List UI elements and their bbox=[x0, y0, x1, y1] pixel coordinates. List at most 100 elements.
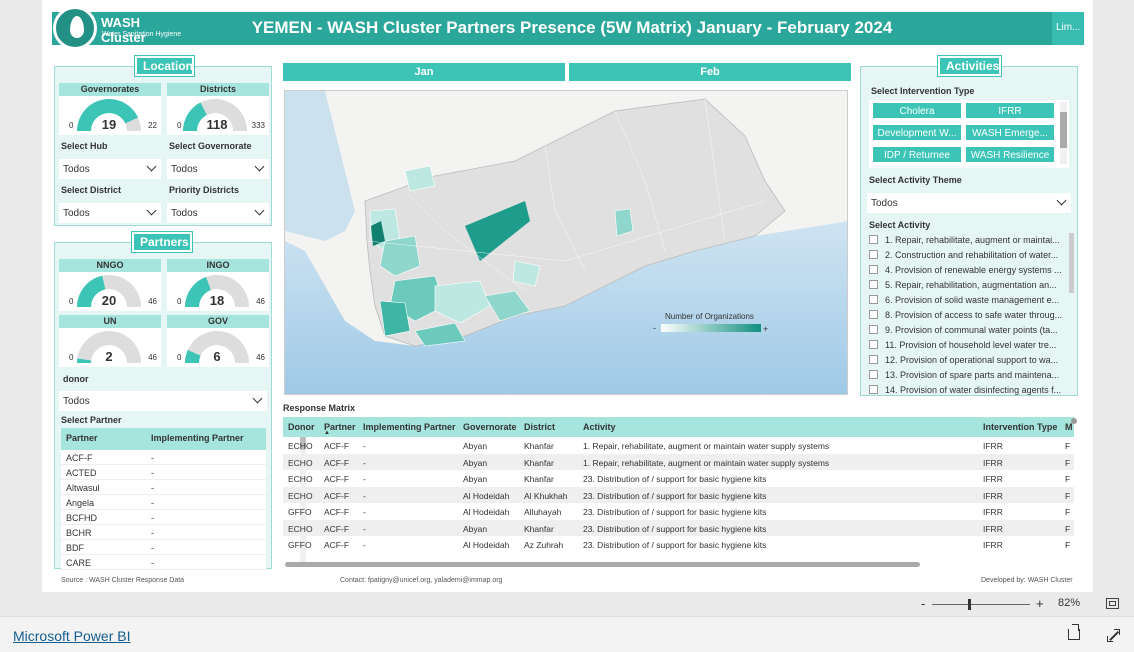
activity-item[interactable]: 6. Provision of solid waste management e… bbox=[869, 295, 1069, 309]
partner-name: CARE bbox=[66, 558, 92, 568]
activity-item[interactable]: 12. Provision of operational support to … bbox=[869, 355, 1069, 369]
partner-column-header[interactable]: Partner bbox=[66, 433, 98, 443]
matrix-row[interactable]: GFFO ACF-F - Al Hodeidah Az Zuhrah 23. Distri… bbox=[283, 536, 1074, 553]
matrix-column-header[interactable]: Donor bbox=[288, 422, 315, 432]
checkbox[interactable] bbox=[869, 265, 878, 274]
matrix-column-header[interactable]: Implementing Partner bbox=[363, 422, 456, 432]
chevron-down-icon bbox=[254, 161, 265, 172]
matrix-column-header[interactable]: Activity bbox=[583, 422, 616, 432]
partner-name: BDF bbox=[66, 543, 84, 553]
logo-subtitle: Water Sanitation Hygiene bbox=[102, 31, 182, 38]
partner-row[interactable]: ACF-F - bbox=[61, 450, 266, 465]
activity-label: 12. Provision of operational support to … bbox=[885, 355, 1059, 365]
response-matrix-title: Response Matrix bbox=[283, 403, 356, 413]
matrix-cell: ACF-F bbox=[324, 523, 350, 534]
matrix-column-header[interactable]: Intervention Type bbox=[983, 422, 1057, 432]
checkbox[interactable] bbox=[869, 280, 878, 289]
select-hub-dropdown[interactable]: Todos bbox=[59, 159, 161, 179]
gov-label: GOV bbox=[167, 315, 269, 328]
partner-row[interactable]: Angela - bbox=[61, 495, 266, 510]
matrix-row[interactable]: ECHO ACF-F - Abyan Khanfar 1. Repair, rehabil… bbox=[283, 453, 1074, 470]
chip-wash-emergency[interactable]: WASH Emerge... bbox=[965, 124, 1055, 141]
yemen-map[interactable]: Number of Organizations - + bbox=[284, 90, 848, 395]
zoom-slider-thumb[interactable] bbox=[968, 599, 971, 610]
checkbox[interactable] bbox=[869, 355, 878, 364]
fullscreen-icon[interactable] bbox=[1107, 629, 1120, 642]
chip-list-scrollbar[interactable] bbox=[1060, 102, 1067, 164]
map-legend-max: + bbox=[763, 324, 768, 334]
activity-item[interactable]: 2. Construction and rehabilitation of wa… bbox=[869, 250, 1069, 264]
select-district-label: Select District bbox=[61, 185, 122, 195]
share-icon[interactable] bbox=[1068, 624, 1080, 640]
select-district-dropdown[interactable]: Todos bbox=[59, 203, 161, 223]
checkbox[interactable] bbox=[869, 340, 878, 349]
fit-page-icon[interactable] bbox=[1106, 598, 1119, 609]
activity-item[interactable]: 13. Provision of spare parts and mainten… bbox=[869, 370, 1069, 384]
activity-list: 1. Repair, rehabilitate, augment or main… bbox=[861, 235, 1073, 395]
clear-filters-button[interactable]: Lim... bbox=[1052, 12, 1084, 45]
checkbox[interactable] bbox=[869, 325, 878, 334]
matrix-column-header[interactable]: District bbox=[524, 422, 555, 432]
matrix-cell: - bbox=[363, 490, 366, 501]
matrix-row[interactable]: ECHO ACF-F - Abyan Khanfar 23. Distribution o… bbox=[283, 519, 1074, 536]
partner-row[interactable]: BCHR - bbox=[61, 525, 266, 540]
matrix-cell: F bbox=[1065, 523, 1071, 534]
activity-item[interactable]: 4. Provision of renewable energy systems… bbox=[869, 265, 1069, 279]
checkbox[interactable] bbox=[869, 370, 878, 379]
sort-ascending-icon: ▲ bbox=[324, 430, 330, 436]
activity-label: 1. Repair, rehabilitate, augment or main… bbox=[885, 235, 1060, 245]
matrix-column-header[interactable]: Governorate bbox=[463, 422, 517, 432]
activity-item[interactable]: 14. Provision of water disinfecting agen… bbox=[869, 385, 1069, 395]
checkbox[interactable] bbox=[869, 235, 878, 244]
matrix-cell: - bbox=[363, 457, 366, 468]
chip-idp-returnee[interactable]: IDP / Returnee bbox=[872, 146, 962, 163]
matrix-cell: IFRR bbox=[983, 441, 1003, 451]
matrix-row[interactable]: ECHO ACF-F - Abyan Khanfar 23. Distribution o… bbox=[283, 470, 1074, 487]
zoom-in-button[interactable]: + bbox=[1036, 596, 1044, 611]
matrix-row[interactable]: ECHO ACF-F - Al Hodeidah Al Khukhah 23. Distr… bbox=[283, 486, 1074, 503]
zoom-out-button[interactable]: - bbox=[921, 596, 925, 611]
partner-row[interactable]: ACTED - bbox=[61, 465, 266, 480]
month-feb-button[interactable]: Feb bbox=[569, 63, 851, 81]
activity-list-scrollbar[interactable] bbox=[1069, 233, 1074, 293]
matrix-vertical-scroll-handle[interactable] bbox=[1071, 418, 1077, 424]
activity-theme-dropdown[interactable]: Todos bbox=[867, 193, 1071, 213]
checkbox[interactable] bbox=[869, 295, 878, 304]
matrix-horizontal-scrollbar[interactable] bbox=[285, 562, 920, 567]
activity-item[interactable]: 9. Provision of communal water points (t… bbox=[869, 325, 1069, 339]
governorates-value: 19 bbox=[101, 117, 117, 132]
month-jan-button[interactable]: Jan bbox=[283, 63, 565, 81]
donor-dropdown[interactable]: Todos bbox=[59, 391, 267, 411]
chip-ifrr[interactable]: IFRR bbox=[965, 102, 1055, 119]
partner-row[interactable]: CARE - bbox=[61, 555, 266, 570]
activity-item[interactable]: 5. Repair, rehabilitation, augmentation … bbox=[869, 280, 1069, 294]
chip-development[interactable]: Development W... bbox=[872, 124, 962, 141]
priority-districts-dropdown[interactable]: Todos bbox=[167, 203, 269, 223]
matrix-cell: - bbox=[363, 523, 366, 534]
partner-row[interactable]: Altwasul - bbox=[61, 480, 266, 495]
matrix-row[interactable]: ECHO ACF-F - Abyan Khanfar 1. Repair, rehabil… bbox=[283, 437, 1074, 454]
activity-item[interactable]: 8. Provision of access to safe water thr… bbox=[869, 310, 1069, 324]
implementing-partner-column-header[interactable]: Implementing Partner bbox=[151, 433, 244, 443]
partner-row[interactable]: BCFHD - bbox=[61, 510, 266, 525]
matrix-cell: Az Zuhrah bbox=[524, 540, 564, 550]
un-card: UN 2 0 46 bbox=[59, 315, 161, 367]
chip-wash-resilience[interactable]: WASH Resilience bbox=[965, 146, 1055, 163]
select-governorate-dropdown[interactable]: Todos bbox=[167, 159, 269, 179]
governorates-card: Governorates 19 0 22 bbox=[59, 83, 161, 135]
partner-row[interactable]: BDF - bbox=[61, 540, 266, 555]
implementing-partner-name: - bbox=[151, 453, 154, 463]
checkbox[interactable] bbox=[869, 385, 878, 394]
activity-item[interactable]: 11. Provision of household level water t… bbox=[869, 340, 1069, 354]
powerbi-link[interactable]: Microsoft Power BI bbox=[13, 628, 130, 644]
un-value: 2 bbox=[105, 349, 113, 364]
checkbox[interactable] bbox=[869, 310, 878, 319]
activity-label: 8. Provision of access to safe water thr… bbox=[885, 310, 1063, 320]
partners-title: Partners bbox=[131, 231, 193, 253]
zoom-slider[interactable] bbox=[932, 599, 1030, 610]
activity-label: 2. Construction and rehabilitation of wa… bbox=[885, 250, 1059, 260]
matrix-row[interactable]: GFFO ACF-F - Al Hodeidah Alluhayah 23. Distri… bbox=[283, 503, 1074, 520]
checkbox[interactable] bbox=[869, 250, 878, 259]
chip-cholera[interactable]: Cholera bbox=[872, 102, 962, 119]
activity-item[interactable]: 1. Repair, rehabilitate, augment or main… bbox=[869, 235, 1069, 249]
